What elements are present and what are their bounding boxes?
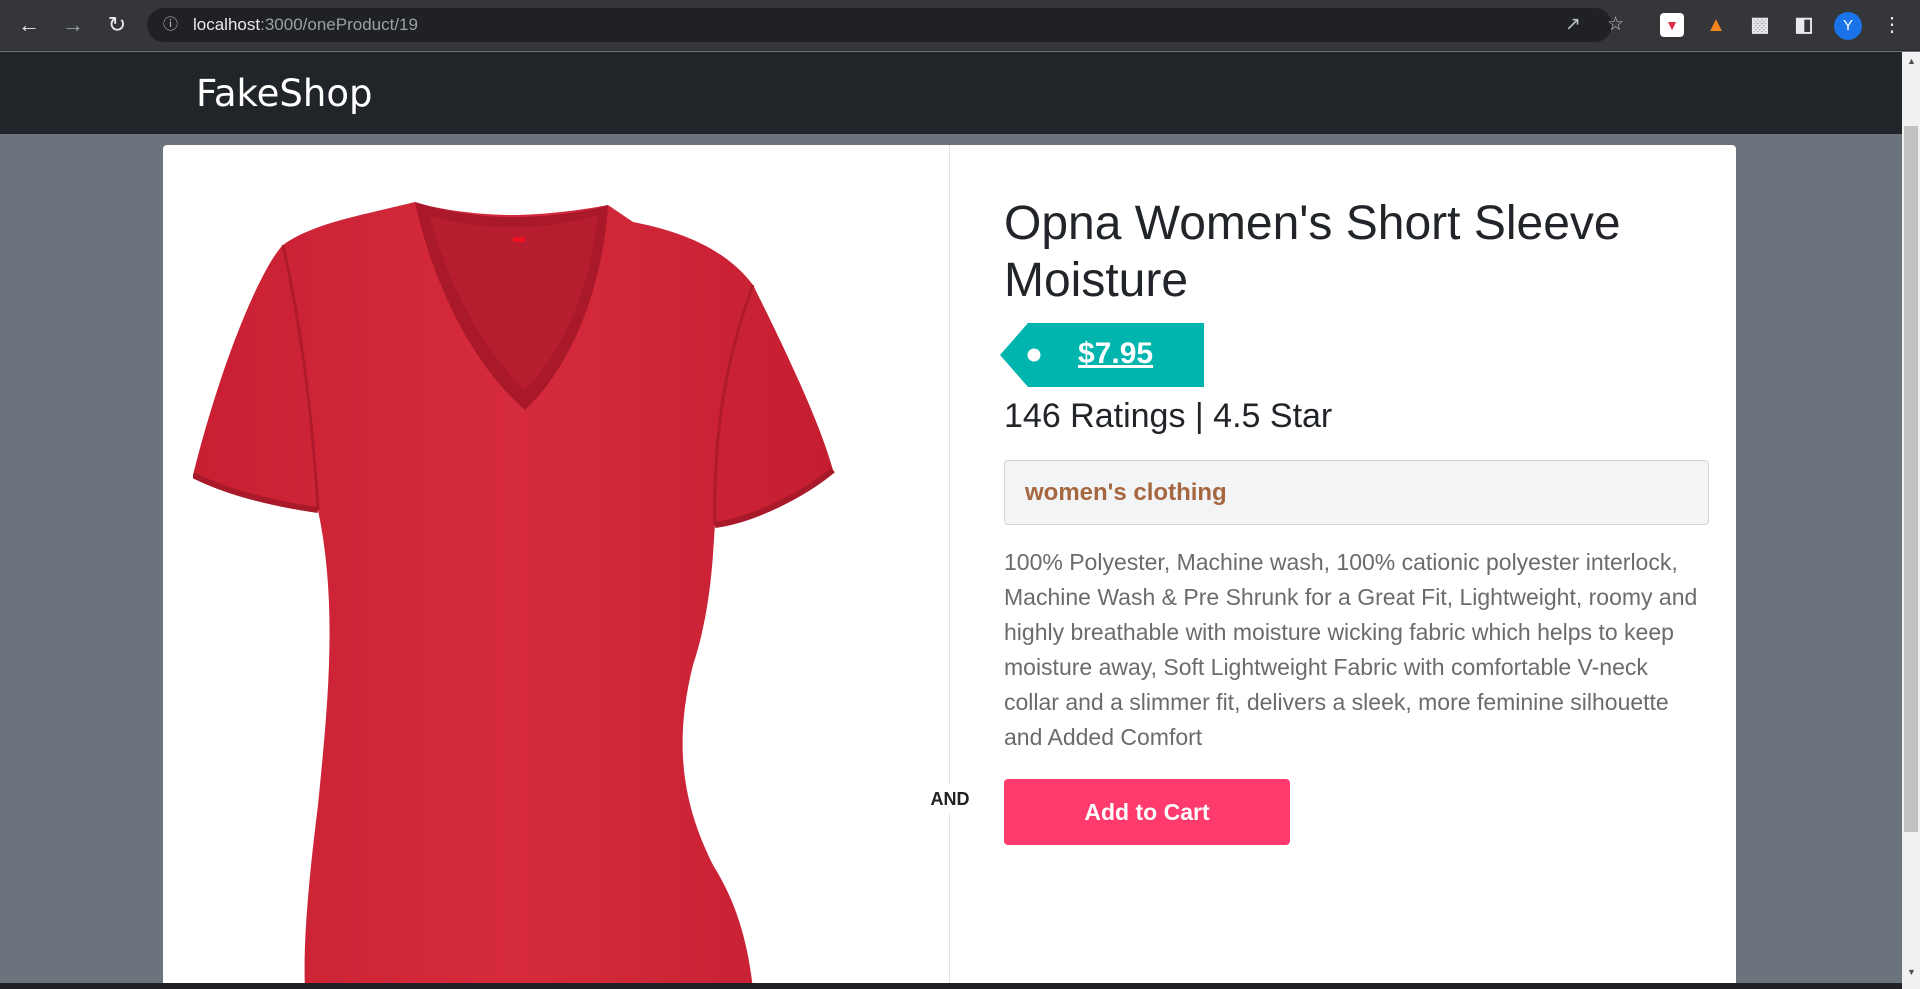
category-badge: women's clothing bbox=[1004, 460, 1709, 525]
brand-logo-text[interactable]: FakeShop bbox=[196, 72, 373, 115]
product-price[interactable]: $7.95 bbox=[1078, 337, 1153, 371]
scroll-up-arrow-icon[interactable]: ▲ bbox=[1907, 56, 1916, 66]
profile-avatar[interactable]: Y bbox=[1834, 12, 1862, 40]
vertical-divider bbox=[949, 145, 950, 989]
product-description: 100% Polyester, Machine wash, 100% catio… bbox=[1004, 549, 1698, 750]
forward-arrow-icon[interactable]: → bbox=[58, 10, 88, 40]
add-to-cart-button[interactable]: Add to Cart bbox=[1004, 779, 1290, 845]
bottom-edge bbox=[0, 983, 1902, 989]
red-tshirt-illustration bbox=[191, 202, 835, 989]
price-tag[interactable]: $7.95 bbox=[1000, 323, 1204, 387]
address-bar[interactable]: ⓘ localhost:3000/oneProduct/19 ↗ ☆ bbox=[147, 8, 1624, 42]
url-text: localhost:3000/oneProduct/19 bbox=[193, 15, 418, 34]
side-panel-icon[interactable]: ◧ bbox=[1792, 13, 1816, 37]
reload-icon[interactable]: ↻ bbox=[102, 10, 132, 40]
app-header: FakeShop bbox=[0, 52, 1902, 134]
product-card: AND Opna Women's Short Sleeve Moisture $… bbox=[163, 145, 1736, 989]
back-arrow-icon[interactable]: ← bbox=[14, 10, 44, 40]
extensions-puzzle-icon[interactable]: ▩ bbox=[1748, 13, 1772, 37]
info-icon[interactable]: ⓘ bbox=[163, 8, 178, 42]
bookmark-star-icon[interactable]: ☆ bbox=[1607, 8, 1624, 42]
product-image bbox=[191, 185, 893, 989]
product-details: Opna Women's Short Sleeve Moisture $7.95… bbox=[1000, 195, 1709, 845]
metamask-fox-icon[interactable]: ▲ bbox=[1704, 13, 1728, 37]
divider-label: AND bbox=[926, 785, 974, 814]
kebab-menu-icon[interactable]: ⋮ bbox=[1882, 12, 1902, 38]
browser-toolbar: ← → ↻ ⓘ localhost:3000/oneProduct/19 ↗ ☆… bbox=[0, 0, 1920, 51]
product-ratings: 146 Ratings | 4.5 Star bbox=[1004, 397, 1333, 435]
scrollbar-thumb[interactable] bbox=[1904, 126, 1918, 832]
share-icon[interactable]: ↗ bbox=[1565, 8, 1581, 42]
product-title: Opna Women's Short Sleeve Moisture bbox=[1004, 197, 1621, 307]
page-scrollbar[interactable]: ▲ ▼ bbox=[1902, 52, 1920, 989]
scroll-down-arrow-icon[interactable]: ▼ bbox=[1907, 967, 1916, 977]
pocket-extension-icon[interactable]: ▼ bbox=[1660, 13, 1684, 37]
